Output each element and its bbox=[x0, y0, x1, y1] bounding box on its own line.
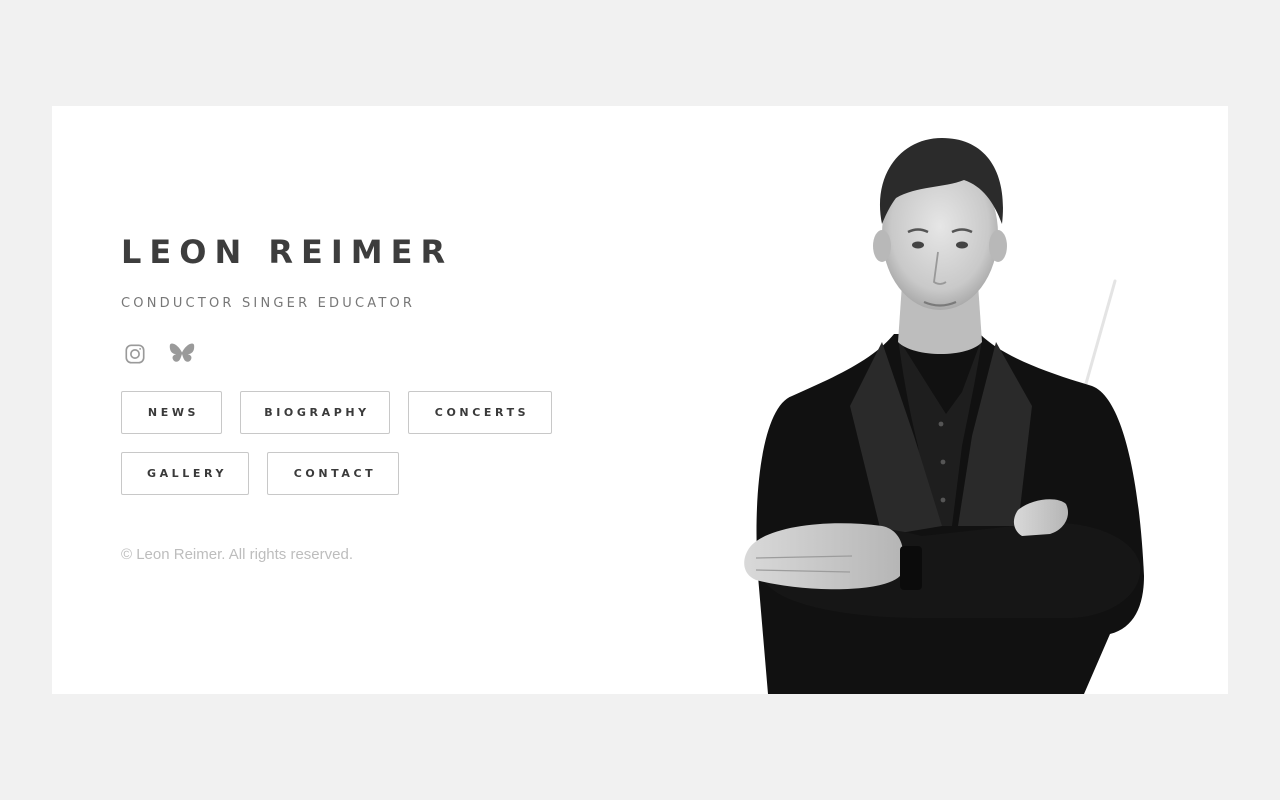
instagram-icon bbox=[124, 343, 146, 365]
artist-tagline: CONDUCTOR SINGER EDUCATOR bbox=[121, 296, 416, 311]
copyright-notice: © Leon Reimer. All rights reserved. bbox=[121, 546, 353, 563]
concerts-button[interactable]: CONCERTS bbox=[408, 391, 552, 434]
bluesky-link[interactable] bbox=[168, 340, 196, 368]
intro-panel: LEON REIMER CONDUCTOR SINGER EDUCATOR NE… bbox=[121, 106, 681, 694]
hero-card: LEON REIMER CONDUCTOR SINGER EDUCATOR NE… bbox=[52, 106, 1228, 694]
portrait-photo bbox=[732, 106, 1228, 694]
artist-name: LEON REIMER bbox=[121, 233, 454, 271]
bluesky-butterfly-icon bbox=[169, 342, 195, 366]
contact-button[interactable]: CONTACT bbox=[267, 452, 399, 495]
news-button[interactable]: NEWS bbox=[121, 391, 222, 434]
social-links bbox=[121, 340, 215, 368]
nav-row-secondary: GALLERY CONTACT bbox=[121, 452, 417, 495]
instagram-link[interactable] bbox=[121, 340, 149, 368]
gallery-button[interactable]: GALLERY bbox=[121, 452, 249, 495]
biography-button[interactable]: BIOGRAPHY bbox=[240, 391, 390, 434]
nav-row-primary: NEWS BIOGRAPHY CONCERTS bbox=[121, 391, 570, 434]
